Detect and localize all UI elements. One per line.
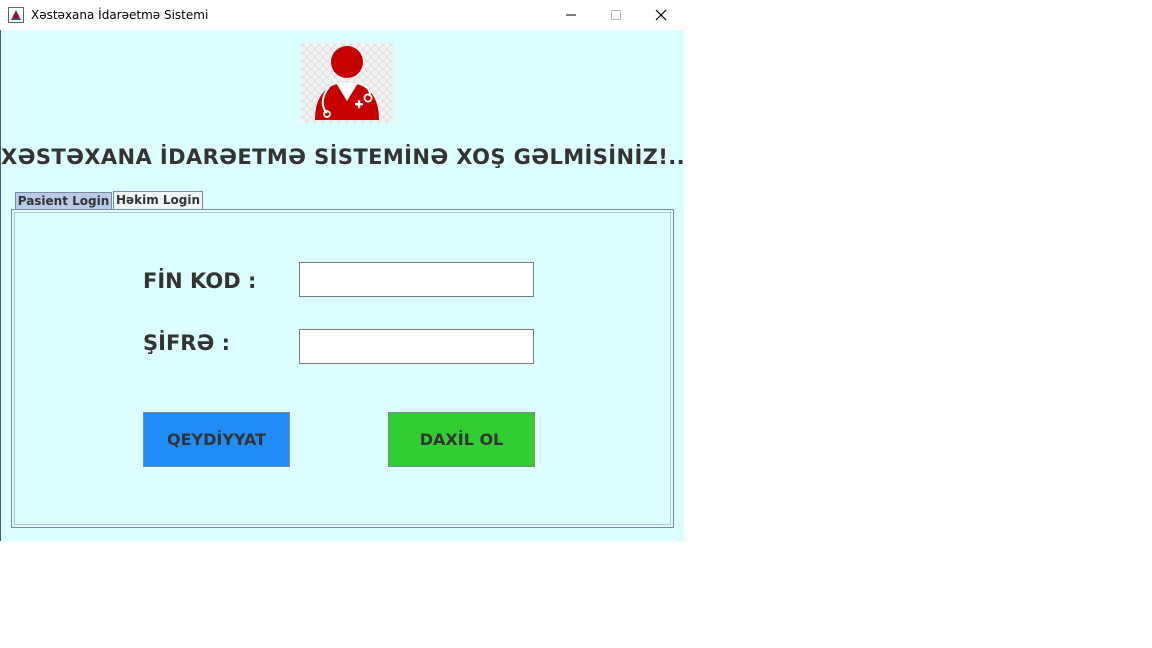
password-label: ŞİFRƏ : [143, 331, 230, 355]
welcome-heading: XƏSTƏXANA İDARƏETMƏ SİSTEMİNƏ XOŞ GƏLMİS… [1, 145, 686, 169]
main-content: XƏSTƏXANA İDARƏETMƏ SİSTEMİNƏ XOŞ GƏLMİS… [1, 30, 686, 541]
tab-patient-login[interactable]: Pasient Login [15, 192, 112, 209]
register-button[interactable]: QEYDİYYAT [143, 412, 290, 467]
maximize-icon [611, 10, 621, 20]
fin-code-label: FİN KOD : [143, 269, 257, 293]
doctor-avatar-icon [301, 43, 393, 123]
login-button[interactable]: DAXİL OL [388, 412, 535, 467]
close-icon [655, 9, 667, 21]
fin-code-input[interactable] [299, 262, 534, 297]
login-panel-inner [14, 212, 671, 525]
window-title: Xəstəxana İdarəetmə Sistemi [31, 8, 209, 22]
maximize-button [593, 0, 639, 30]
login-panel: FİN KOD : ŞİFRƏ : QEYDİYYAT DAXİL OL [11, 209, 674, 528]
close-button[interactable] [638, 0, 684, 30]
password-input[interactable] [299, 329, 534, 364]
minimize-button[interactable] [548, 0, 594, 30]
app-window: Xəstəxana İdarəetmə Sistemi XƏSTƏXANA İD… [0, 0, 686, 541]
app-icon [8, 7, 24, 23]
tab-doctor-login[interactable]: Həkim Login [113, 191, 203, 209]
minimize-icon [566, 14, 576, 16]
title-bar[interactable]: Xəstəxana İdarəetmə Sistemi [0, 0, 684, 30]
